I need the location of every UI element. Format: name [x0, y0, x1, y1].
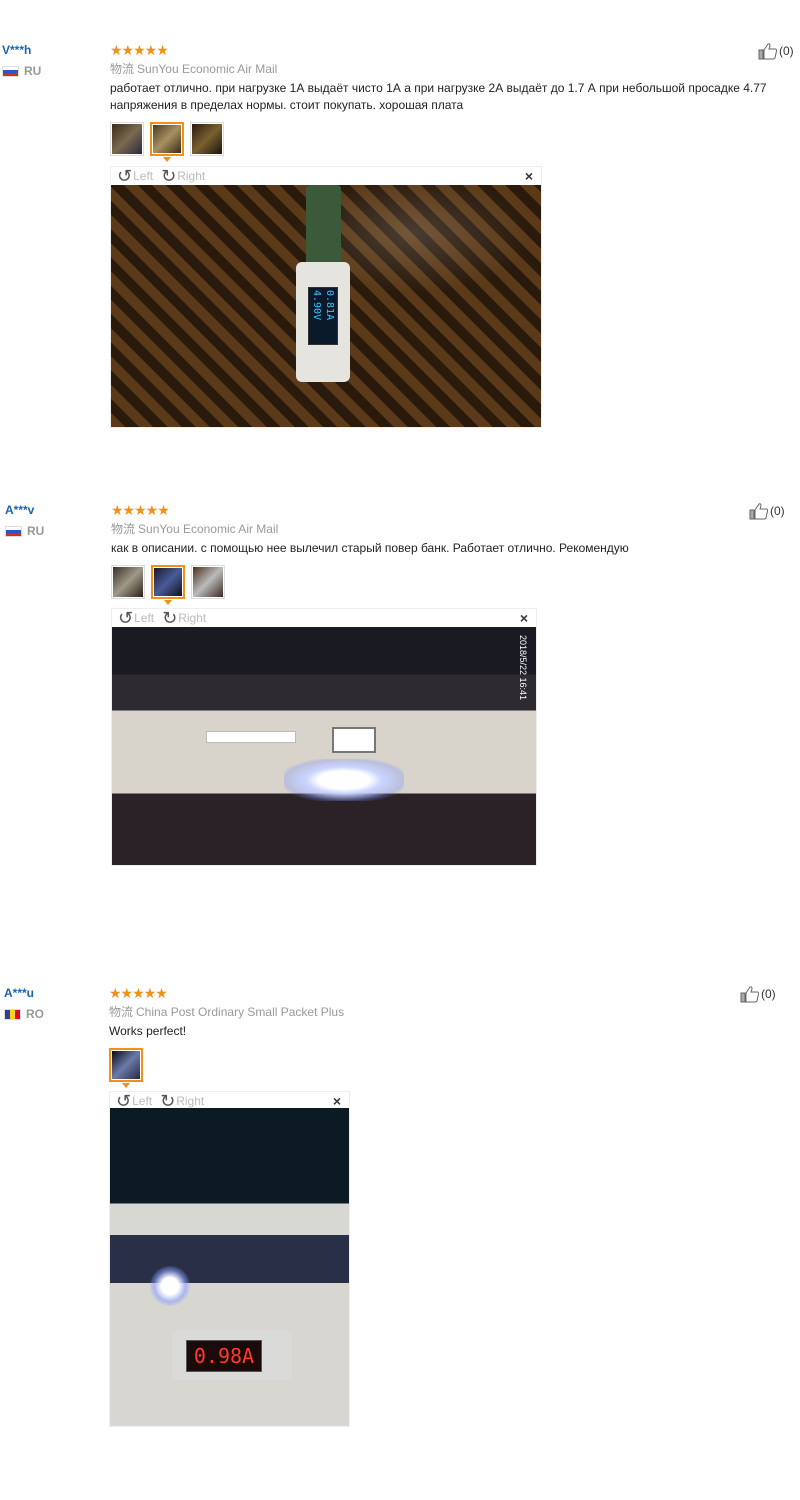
- close-icon[interactable]: ×: [333, 1093, 341, 1109]
- review-content: ★★★★★ 物流 China Post Ordinary Small Packet…: [109, 985, 769, 1088]
- rotate-left-button[interactable]: ↺ Left: [117, 167, 153, 185]
- like-button[interactable]: (0): [749, 502, 785, 520]
- rotate-right-label: Right: [177, 169, 206, 183]
- rotate-left-label: Left: [132, 1094, 153, 1108]
- rotate-right-label: Right: [176, 1094, 205, 1108]
- viewer-toolbar: ↺ Left ↻ Right ×: [111, 167, 541, 185]
- photo-viewer: ↺ Left ↻ Right × 2018/5/22 16:41: [111, 608, 537, 866]
- photo-thumbnails: [111, 565, 771, 605]
- rotate-right-button[interactable]: ↻ Right: [162, 609, 206, 627]
- like-count: (0): [770, 504, 785, 518]
- meter-display: 0.98A: [186, 1340, 262, 1372]
- reviewer-country: RU: [5, 524, 95, 538]
- photo-viewer: ↺ Left ↻ Right × 4.90V 0.81A: [110, 166, 542, 428]
- photo-timestamp: 2018/5/22 16:41: [518, 635, 528, 701]
- thumbs-up-icon: [749, 503, 769, 520]
- led-glow: [150, 1266, 190, 1306]
- thumbs-up-icon: [740, 986, 760, 1003]
- photo-thumbnail[interactable]: [110, 122, 144, 156]
- reviewer-country: RU: [2, 64, 92, 78]
- meter-current: 0.81A: [324, 290, 335, 321]
- reviewer-name[interactable]: A***v: [5, 502, 95, 518]
- photo-thumbnail[interactable]: [111, 565, 145, 599]
- thumbs-up-icon: [758, 43, 778, 60]
- like-button[interactable]: (0): [740, 985, 776, 1003]
- review-photo: 0.98A: [110, 1108, 349, 1426]
- review-text: работает отлично. при нагрузке 1А выдаёт…: [110, 81, 767, 112]
- photo-thumbnail[interactable]: [191, 565, 225, 599]
- reviewer-name[interactable]: V***h: [2, 42, 92, 58]
- rating-stars: ★★★★★: [110, 42, 169, 58]
- rotate-right-icon: ↻: [161, 166, 177, 186]
- shipping-label: 物流: [111, 522, 136, 536]
- flag-ru-icon: [2, 65, 19, 77]
- reviewer-info: A***u RO: [4, 985, 94, 1021]
- meter-screen: 4.90V 0.81A: [308, 287, 338, 345]
- thumbnail-image: [113, 567, 143, 597]
- reviewer-info: V***h RU: [2, 42, 92, 78]
- photo-viewer: ↺ Left ↻ Right × 0.98A: [109, 1091, 350, 1427]
- shipping-method: 物流 China Post Ordinary Small Packet Plus: [109, 1004, 769, 1020]
- like-count: (0): [779, 44, 794, 58]
- reviewer-country: RO: [4, 1007, 94, 1021]
- photo-thumbnail[interactable]: [190, 122, 224, 156]
- viewer-toolbar: ↺ Left ↻ Right ×: [112, 609, 536, 627]
- reviewer-info: A***v RU: [5, 502, 95, 538]
- flag-ro-icon: [4, 1008, 21, 1020]
- rotate-right-button[interactable]: ↻ Right: [161, 167, 205, 185]
- shipping-method: 物流 SunYou Economic Air Mail: [110, 61, 770, 77]
- country-code: RU: [24, 64, 42, 78]
- reviewer-name[interactable]: A***u: [4, 985, 94, 1001]
- usb-cable: [306, 185, 341, 265]
- country-code: RU: [27, 524, 45, 538]
- photo-thumbnails: [110, 122, 770, 162]
- rotate-left-button[interactable]: ↺ Left: [118, 609, 154, 627]
- like-count: (0): [761, 987, 776, 1001]
- rotate-left-label: Left: [133, 169, 154, 183]
- rotate-right-icon: ↻: [162, 608, 178, 628]
- country-code: RO: [26, 1007, 44, 1021]
- photo-thumbnail-selected[interactable]: [109, 1048, 143, 1088]
- shipping-name: SunYou Economic Air Mail: [137, 62, 278, 76]
- thumbnail-image: [112, 1051, 140, 1079]
- meter-voltage: 4.90V: [311, 290, 322, 321]
- rating-stars: ★★★★★: [109, 985, 168, 1001]
- rotate-right-label: Right: [178, 611, 207, 625]
- powerbank-slot: [206, 731, 296, 743]
- usb-meter: 0.98A: [172, 1330, 292, 1380]
- thumbnail-image: [112, 124, 142, 154]
- review-content: ★★★★★ 物流 SunYou Economic Air Mail как в о…: [111, 502, 771, 605]
- shipping-label: 物流: [109, 1005, 134, 1019]
- rotate-left-label: Left: [134, 611, 155, 625]
- rotate-left-icon: ↺: [118, 608, 134, 628]
- like-button[interactable]: (0): [758, 42, 794, 60]
- photo-thumbnails: [109, 1048, 769, 1088]
- shipping-method: 物流 SunYou Economic Air Mail: [111, 521, 771, 537]
- thumbnail-image: [192, 124, 222, 154]
- review-text: как в описании. с помощью нее вылечил ст…: [111, 541, 629, 555]
- powerbank-button: [332, 727, 376, 753]
- rotate-left-icon: ↺: [117, 166, 133, 186]
- review-text: Works perfect!: [109, 1024, 187, 1038]
- shipping-label: 物流: [110, 62, 135, 76]
- review-content: ★★★★★ 物流 SunYou Economic Air Mail работае…: [110, 42, 770, 162]
- thumbnail-image: [154, 568, 182, 596]
- photo-thumbnail-selected[interactable]: [150, 122, 184, 162]
- close-icon[interactable]: ×: [525, 168, 533, 184]
- flag-ru-icon: [5, 525, 22, 537]
- shipping-name: SunYou Economic Air Mail: [138, 522, 279, 536]
- rating-stars: ★★★★★: [111, 502, 170, 518]
- shipping-name: China Post Ordinary Small Packet Plus: [136, 1005, 345, 1019]
- review-photo: 2018/5/22 16:41: [112, 627, 536, 865]
- close-icon[interactable]: ×: [520, 610, 528, 626]
- photo-thumbnail-selected[interactable]: [151, 565, 185, 605]
- thumbnail-image: [193, 567, 223, 597]
- thumbnail-image: [153, 125, 181, 153]
- led-glow: [284, 759, 404, 801]
- usb-meter: 4.90V 0.81A: [296, 262, 350, 382]
- review-photo: 4.90V 0.81A: [111, 185, 541, 427]
